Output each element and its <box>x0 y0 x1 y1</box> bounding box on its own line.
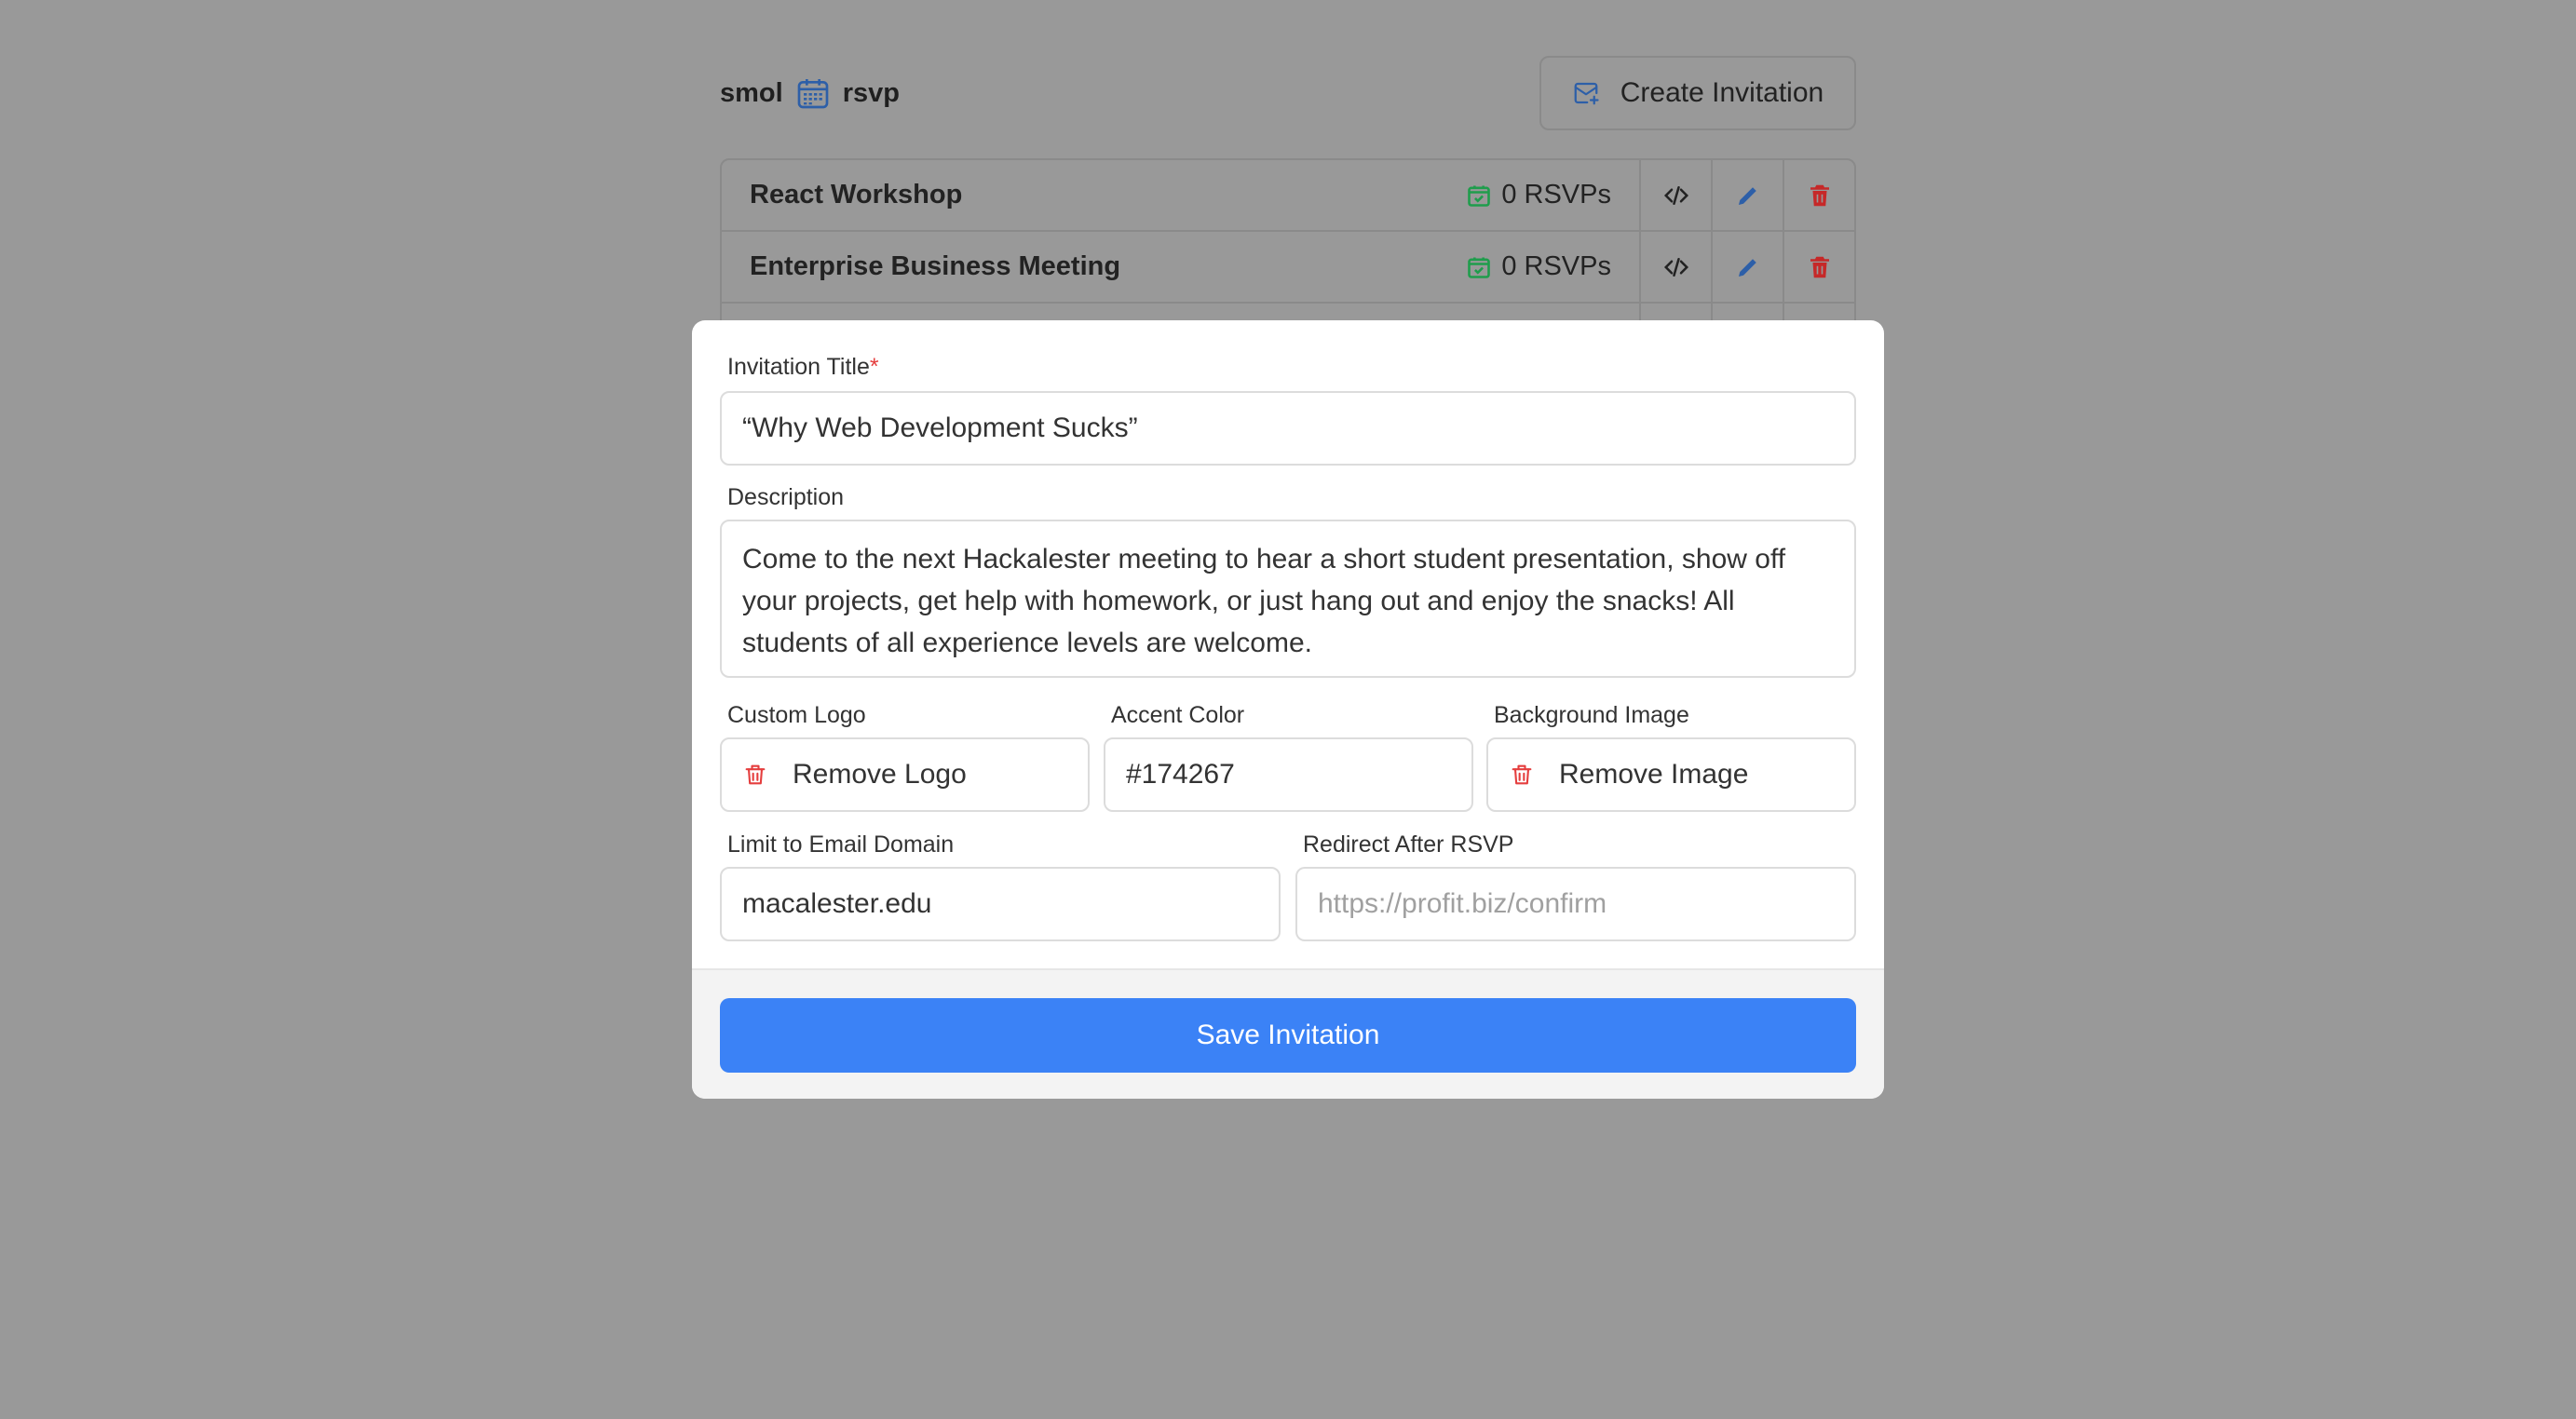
pencil-icon <box>1738 186 1756 205</box>
custom-logo-label: Custom Logo <box>727 702 866 728</box>
code-icon <box>1663 257 1688 277</box>
description-label: Description <box>727 484 845 510</box>
description-textarea[interactable]: Come to the next Hackalester meeting to … <box>720 520 1856 678</box>
rsvp-count: 0 RSVPs <box>1466 180 1611 210</box>
title-input[interactable] <box>742 412 1834 444</box>
calendar-check-icon <box>1468 185 1491 207</box>
remove-image-label: Remove Image <box>1559 759 1749 790</box>
rsvp-count-text: 0 RSVPs <box>1501 251 1611 281</box>
embed-code-button[interactable] <box>1639 232 1711 302</box>
accent-color-field-box <box>1104 737 1473 812</box>
brand-logo[interactable]: smol rsvp <box>720 73 900 114</box>
mail-plus-icon <box>1574 82 1599 105</box>
remove-logo-button[interactable]: Remove Logo <box>720 737 1090 812</box>
remove-image-button[interactable]: Remove Image <box>1486 737 1856 812</box>
accent-color-input[interactable] <box>1126 759 1451 791</box>
required-mark: * <box>869 354 879 380</box>
trash-icon <box>1512 764 1532 785</box>
invitation-title: React Workshop <box>750 180 963 209</box>
remove-logo-label: Remove Logo <box>793 759 967 790</box>
invitation-item[interactable]: Enterprise Business Meeting 0 RSVPs <box>722 232 1639 302</box>
top-bar: smol rsvp Create Invitation <box>720 56 1856 130</box>
edit-button[interactable] <box>1711 160 1783 230</box>
email-domain-input[interactable] <box>742 888 1258 920</box>
app-page: smol rsvp Create Invitation React Worksh… <box>720 56 1856 377</box>
background-image-label: Background Image <box>1494 702 1689 728</box>
redirect-input[interactable] <box>1318 888 1834 920</box>
invitation-row: React Workshop 0 RSVPs <box>722 160 1854 232</box>
invitation-item[interactable]: React Workshop 0 RSVPs <box>722 160 1639 230</box>
delete-button[interactable] <box>1783 160 1854 230</box>
create-invitation-button[interactable]: Create Invitation <box>1539 56 1856 130</box>
create-invitation-label: Create Invitation <box>1620 77 1824 108</box>
trash-icon <box>1810 256 1829 277</box>
save-invitation-button[interactable]: Save Invitation <box>720 998 1856 1073</box>
title-label-text: Invitation Title <box>727 354 870 380</box>
invitation-row: Enterprise Business Meeting 0 RSVPs <box>722 232 1854 304</box>
trash-icon <box>745 764 766 785</box>
brand-text-right: rsvp <box>842 77 900 108</box>
trash-icon <box>1810 184 1829 206</box>
title-field-box <box>720 391 1856 466</box>
redirect-field-box <box>1295 867 1856 941</box>
pencil-icon <box>1738 258 1756 277</box>
invitation-title: Enterprise Business Meeting <box>750 251 1121 281</box>
invitation-modal: Invitation Title* Description Come to th… <box>692 320 1884 1099</box>
calendar-icon <box>797 79 829 109</box>
rsvp-count-text: 0 RSVPs <box>1501 180 1611 209</box>
email-domain-field-box <box>720 867 1281 941</box>
accent-color-label: Accent Color <box>1111 702 1245 728</box>
calendar-check-icon <box>1468 257 1491 278</box>
delete-button[interactable] <box>1783 232 1854 302</box>
embed-code-button[interactable] <box>1639 160 1711 230</box>
remove-image-inner: Remove Image <box>1509 759 1748 791</box>
modal-footer: Save Invitation <box>692 968 1884 1099</box>
code-icon <box>1663 185 1688 205</box>
redirect-label: Redirect After RSVP <box>1303 831 1514 858</box>
edit-button[interactable] <box>1711 232 1783 302</box>
title-label: Invitation Title* <box>727 354 879 381</box>
description-text: Come to the next Hackalester meeting to … <box>742 544 1786 658</box>
email-domain-label: Limit to Email Domain <box>727 831 955 858</box>
rsvp-count: 0 RSVPs <box>1466 251 1611 282</box>
remove-logo-inner: Remove Logo <box>742 759 967 791</box>
brand-text-left: smol <box>720 77 783 108</box>
